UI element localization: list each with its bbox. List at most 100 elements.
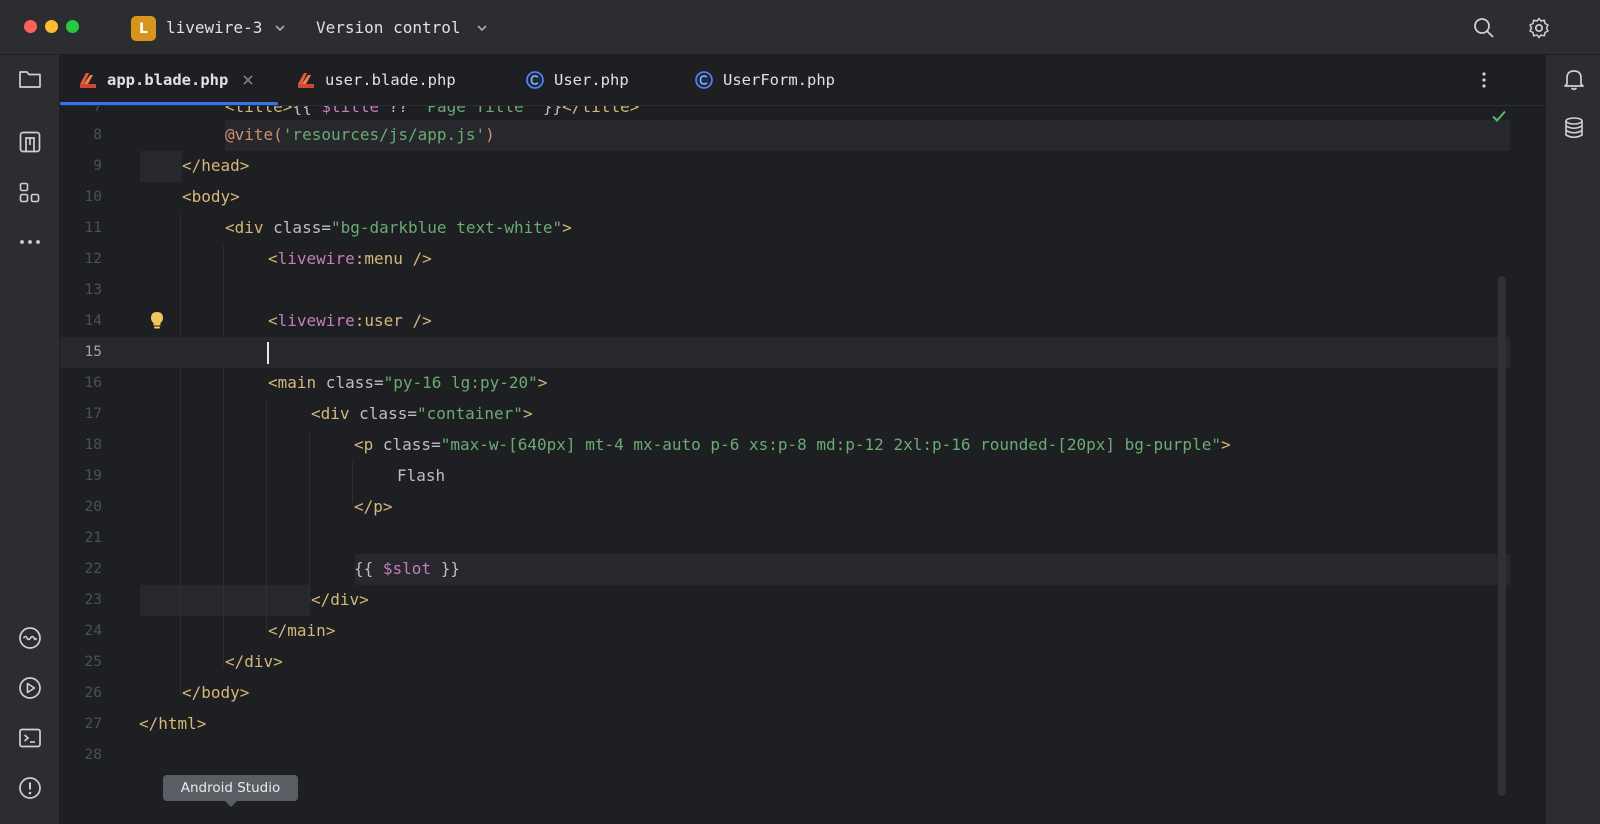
line-number: 25 [84, 654, 102, 670]
tab-label: app.blade.php [107, 71, 229, 89]
code-line: 23 </div> [60, 585, 1510, 616]
line-number: 23 [84, 592, 102, 608]
line-code: <div class="container"> [311, 404, 533, 423]
code-line: 25 </div> [60, 647, 1510, 678]
lightbulb-icon[interactable] [147, 310, 167, 332]
code-line: 14 <livewire:user /> [60, 306, 1510, 337]
code-line: 20 </p> [60, 492, 1510, 523]
code-line: 9 </head> [60, 151, 1510, 182]
class-icon [695, 71, 713, 89]
problems-icon[interactable] [17, 775, 43, 801]
database-icon[interactable] [1561, 115, 1587, 141]
line-code: </main> [268, 621, 336, 640]
line-number: 9 [93, 158, 102, 174]
text-caret [267, 342, 269, 364]
left-tool-strip [0, 55, 60, 824]
line-number: 20 [84, 499, 102, 515]
tab-userform-php[interactable]: UserForm.php [694, 55, 835, 105]
code-line: 26 </body> [60, 678, 1510, 709]
line-number: 8 [93, 127, 102, 143]
project-name[interactable]: livewire-3 [166, 18, 262, 37]
line-code: </body> [182, 683, 250, 702]
line-code: <livewire:user /> [268, 311, 432, 330]
line-number: 15 [84, 344, 102, 360]
line-code: @vite('resources/js/app.js') [225, 125, 495, 144]
class-icon [526, 71, 544, 89]
code-line: 24 </main> [60, 616, 1510, 647]
vcs-icon[interactable] [17, 129, 43, 155]
vertical-scrollbar[interactable] [1498, 276, 1506, 796]
line-number: 24 [84, 623, 102, 639]
terminal-icon[interactable] [17, 725, 43, 751]
tab-user-blade[interactable]: user.blade.php [296, 55, 456, 105]
line-code: <title>{{ $title ?? 'Page Title' }}</tit… [225, 106, 640, 116]
line-number: 14 [84, 313, 102, 329]
blade-icon [80, 73, 96, 88]
line-code: {{ $slot }} [354, 559, 460, 578]
close-icon[interactable] [242, 74, 254, 86]
line-code: <p class="max-w-[640px] mt-4 mx-auto p-6… [354, 435, 1231, 454]
dock-tooltip: Android Studio [163, 775, 298, 801]
active-tab-indicator [60, 102, 278, 105]
tab-label: user.blade.php [325, 71, 456, 89]
line-number: 18 [84, 437, 102, 453]
code-line: 11 <div class="bg-darkblue text-white"> [60, 213, 1510, 244]
line-code: Flash [397, 466, 446, 485]
more-vertical-icon[interactable] [1472, 68, 1496, 92]
line-code: </head> [182, 156, 250, 175]
chevron-down-icon[interactable] [475, 21, 489, 35]
tab-user-php[interactable]: User.php [525, 55, 629, 105]
line-number: 26 [84, 685, 102, 701]
line-number: 19 [84, 468, 102, 484]
code-line-current: 15 [60, 337, 1510, 368]
code-line: 22 {{ $slot }} [60, 554, 1510, 585]
line-code: <body> [182, 187, 240, 206]
notifications-icon[interactable] [1561, 66, 1587, 92]
code-line: 8 @vite('resources/js/app.js') [60, 120, 1510, 151]
run-icon[interactable] [17, 675, 43, 701]
line-code: </div> [311, 590, 369, 609]
window-close-button[interactable] [24, 20, 37, 33]
more-icon[interactable] [17, 229, 43, 255]
chevron-down-icon[interactable] [273, 21, 287, 35]
tooltip-pointer [225, 801, 237, 807]
code-line: 12 <livewire:menu /> [60, 244, 1510, 275]
folder-icon[interactable] [17, 66, 43, 92]
line-number: 12 [84, 251, 102, 267]
line-number: 17 [84, 406, 102, 422]
code-line: 18 <p class="max-w-[640px] mt-4 mx-auto … [60, 430, 1510, 461]
editor-tab-bar: app.blade.php user.blade.php User.php Us… [60, 55, 1545, 106]
line-number: 27 [84, 716, 102, 732]
line-number: 22 [84, 561, 102, 577]
code-editor[interactable]: 7 <title>{{ $title ?? 'Page Title' }}</t… [60, 106, 1545, 824]
tab-label: UserForm.php [723, 71, 835, 89]
line-number: 7 [93, 106, 102, 115]
code-line: 17 <div class="container"> [60, 399, 1510, 430]
window-minimize-button[interactable] [45, 20, 58, 33]
window-maximize-button[interactable] [66, 20, 79, 33]
ide-window: L livewire-3 Version control app.blade.p… [0, 0, 1600, 824]
tab-app-blade[interactable]: app.blade.php [78, 55, 254, 105]
line-code: </p> [354, 497, 393, 516]
version-control-menu[interactable]: Version control [316, 18, 461, 37]
line-number: 11 [84, 220, 102, 236]
title-bar: L livewire-3 Version control [0, 0, 1600, 55]
search-icon[interactable] [1472, 16, 1496, 40]
line-code: <div class="bg-darkblue text-white"> [225, 218, 572, 237]
code-line: 10 <body> [60, 182, 1510, 213]
services-icon[interactable] [17, 625, 43, 651]
gear-icon[interactable] [1527, 16, 1551, 40]
checkmark-icon[interactable] [1490, 107, 1508, 125]
line-number: 16 [84, 375, 102, 391]
line-code: </html> [139, 714, 207, 733]
right-tool-strip [1545, 55, 1600, 824]
structure-icon[interactable] [17, 180, 43, 206]
project-badge[interactable]: L [131, 16, 156, 41]
line-number: 13 [84, 282, 102, 298]
line-number: 10 [84, 189, 102, 205]
code-line: 21 [60, 523, 1510, 554]
code-line: 16 <main class="py-16 lg:py-20"> [60, 368, 1510, 399]
blade-icon [298, 73, 314, 88]
line-number: 28 [84, 747, 102, 763]
tab-label: User.php [554, 71, 629, 89]
